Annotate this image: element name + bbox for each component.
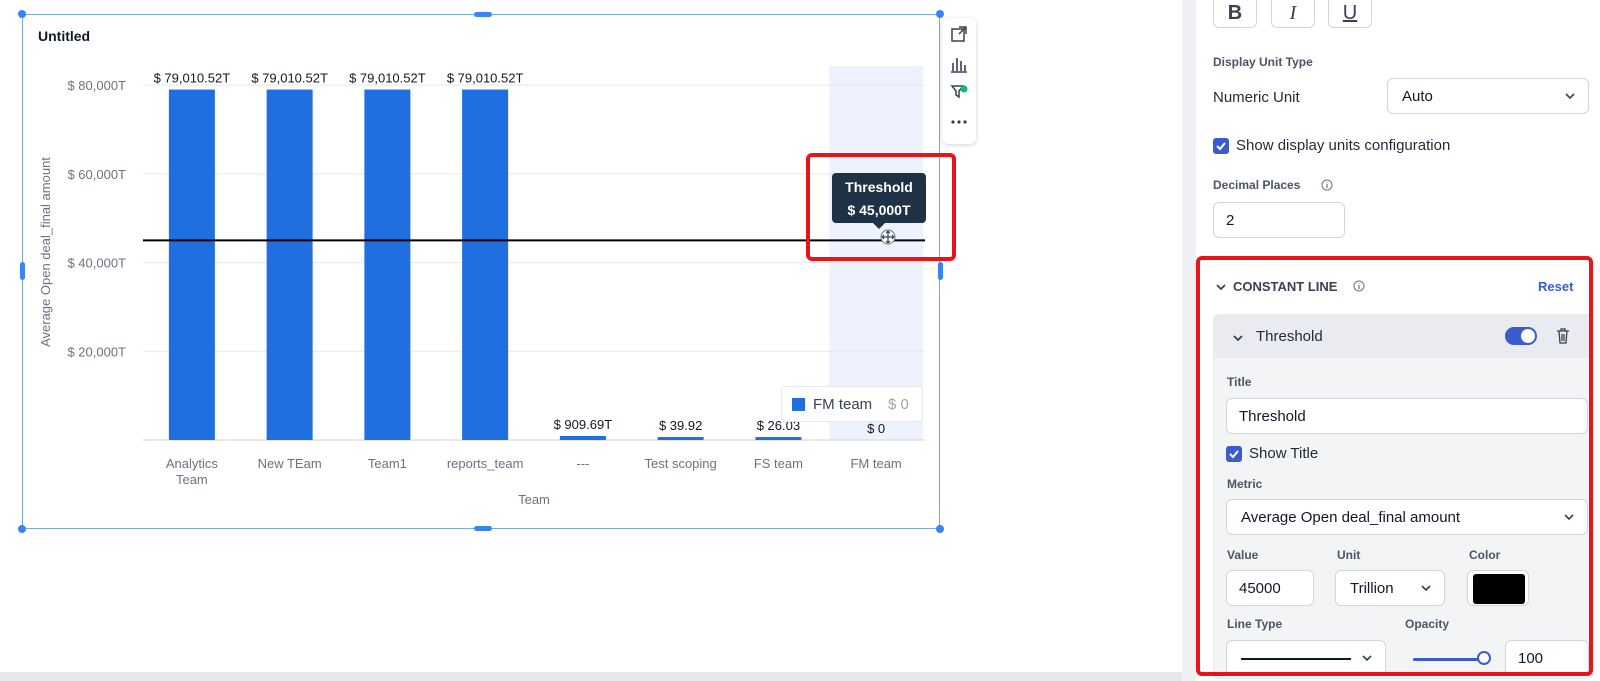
data-label: $ 909.69T <box>554 417 613 432</box>
resize-handle-left[interactable] <box>20 262 25 280</box>
x-tick-label: Test scoping <box>644 456 716 471</box>
italic-button[interactable]: I <box>1271 0 1315 28</box>
y-tick-label: $ 40,000T <box>67 256 126 271</box>
horizontal-scrollbar[interactable] <box>0 672 1182 681</box>
data-label: $ 0 <box>867 421 885 436</box>
y-tick-label: $ 20,000T <box>67 344 126 359</box>
x-tick-label: Team1 <box>368 456 407 471</box>
highlight-box-tooltip <box>806 153 956 261</box>
bar-chart-icon[interactable] <box>949 54 969 74</box>
chart-legend[interactable]: FM team $ 0 <box>781 386 923 422</box>
resize-handle-bottom-right[interactable] <box>936 525 944 533</box>
show-units-config-label: Show display units configuration <box>1236 137 1451 154</box>
bar <box>755 437 802 440</box>
panel-divider[interactable] <box>1182 0 1196 681</box>
y-axis-title: Average Open deal_final amount <box>38 157 53 347</box>
legend-value: $ 0 <box>888 396 909 413</box>
numeric-unit-label: Numeric Unit <box>1213 89 1300 106</box>
legend-swatch <box>792 398 805 411</box>
y-tick-label: $ 60,000T <box>67 167 126 182</box>
bar <box>657 437 704 440</box>
x-tick-label: FS team <box>754 456 803 471</box>
bar <box>266 89 313 441</box>
chart-title[interactable]: Untitled <box>38 28 90 44</box>
x-tick-label: Team <box>176 472 208 487</box>
legend-label: FM team <box>813 396 873 413</box>
resize-handle-top[interactable] <box>474 12 492 17</box>
bar <box>364 89 411 441</box>
x-axis-title: Team <box>518 492 550 507</box>
show-units-config-checkbox[interactable] <box>1213 138 1229 154</box>
chevron-down-icon <box>1565 93 1575 100</box>
decimal-places-label: Decimal Places <box>1213 178 1301 192</box>
info-icon[interactable] <box>1321 179 1333 191</box>
decimal-places-value: 2 <box>1226 212 1235 229</box>
bar <box>462 89 509 441</box>
data-label: $ 79,010.52T <box>154 71 231 86</box>
resize-handle-bottom[interactable] <box>474 526 492 531</box>
filter-check-icon[interactable] <box>949 82 969 102</box>
x-tick-label: New TEam <box>258 456 322 471</box>
bold-button[interactable]: B <box>1213 0 1257 28</box>
resize-handle-right[interactable] <box>938 262 943 280</box>
highlight-box-constant-line <box>1196 256 1593 676</box>
resize-handle-top-right[interactable] <box>936 10 944 18</box>
x-tick-label: Analytics <box>166 456 219 471</box>
data-label: $ 79,010.52T <box>251 71 328 86</box>
numeric-unit-value: Auto <box>1402 88 1433 105</box>
underline-button[interactable]: U <box>1328 0 1372 28</box>
x-tick-label: --- <box>576 456 589 471</box>
bar-chart: $ 20,000T $ 40,000T $ 60,000T $ 80,000T $ 79… <box>38 66 925 507</box>
y-tick-label: $ 80,000T <box>67 78 126 93</box>
chart-toolbar <box>942 18 976 144</box>
expand-icon[interactable] <box>949 24 969 44</box>
display-unit-type-label: Display Unit Type <box>1213 55 1313 69</box>
data-label: $ 39.92 <box>659 418 702 433</box>
bar <box>559 435 606 440</box>
resize-handle-bottom-left[interactable] <box>18 525 26 533</box>
x-tick-label: reports_team <box>447 456 524 471</box>
data-label: $ 79,010.52T <box>447 71 524 86</box>
numeric-unit-select[interactable]: Auto <box>1387 78 1589 114</box>
data-label: $ 79,010.52T <box>349 71 426 86</box>
resize-handle-top-left[interactable] <box>18 10 26 18</box>
x-tick-label: FM team <box>850 456 901 471</box>
more-icon[interactable] <box>949 112 969 132</box>
decimal-places-input[interactable]: 2 <box>1213 202 1345 238</box>
bar <box>168 89 215 441</box>
